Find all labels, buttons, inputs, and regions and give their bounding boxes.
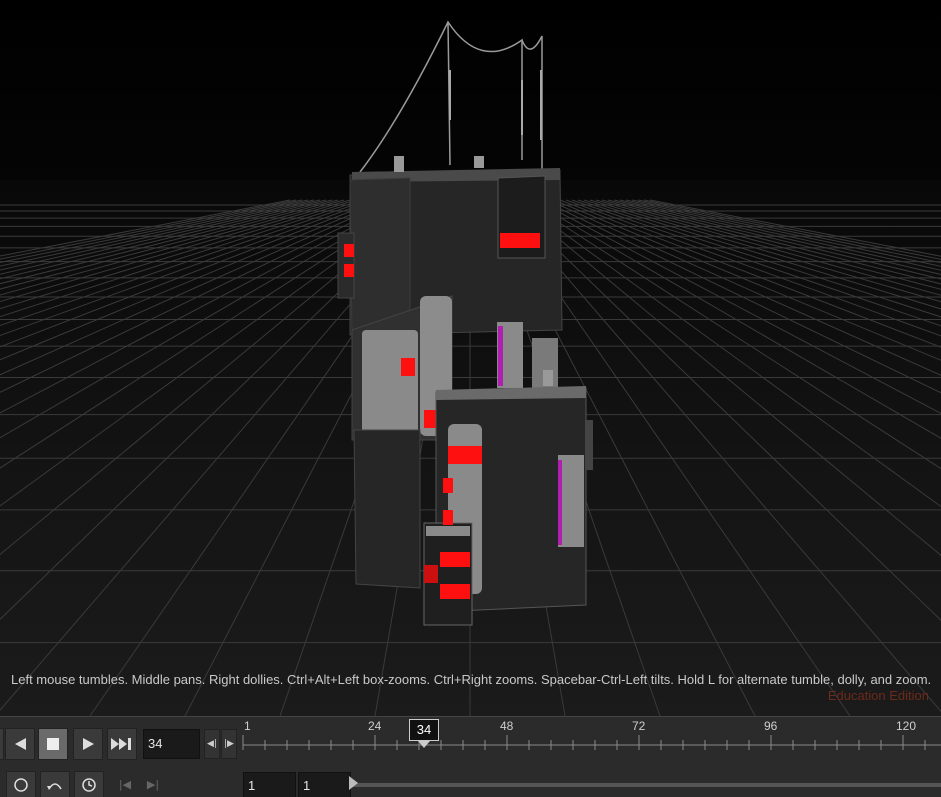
range-slider-handle[interactable] [349, 776, 358, 790]
loop-icon[interactable] [40, 771, 70, 797]
range-start-field[interactable]: 1 [243, 772, 296, 797]
next-key-icon[interactable]: |▶ [221, 729, 237, 759]
range-slider-track[interactable] [352, 783, 941, 787]
playbar: 34 ◀| |▶ 1 24 48 72 96 120 34 |◀ ▶| 1 1 [0, 716, 941, 797]
playhead-pointer[interactable] [418, 741, 430, 749]
current-frame-marker[interactable]: 34 [409, 719, 439, 741]
range-controls: |◀ ▶| 1 1 [0, 769, 941, 797]
jump-to-end-icon[interactable] [107, 728, 137, 760]
tick-label: 120 [896, 719, 917, 733]
navigation-hint: Left mouse tumbles. Middle pans. Right d… [11, 672, 932, 687]
tick-label: 72 [632, 719, 646, 733]
edition-watermark: Education Edition [827, 688, 929, 703]
building-model [337, 20, 593, 626]
play-icon[interactable] [73, 728, 103, 760]
range-end-field[interactable]: 1 [298, 772, 351, 797]
tick-label: 1 [244, 719, 251, 733]
frame-input[interactable]: 34 [143, 729, 200, 759]
range-start-icon[interactable]: |◀ [112, 771, 138, 797]
timeline-ruler[interactable]: 1 24 48 72 96 120 34 [240, 717, 941, 767]
scene-viewport[interactable]: Left mouse tumbles. Middle pans. Right d… [0, 0, 941, 716]
realtime-icon[interactable] [74, 771, 104, 797]
viewport-canvas[interactable] [0, 0, 941, 716]
tick-label: 96 [764, 719, 778, 733]
tick-label: 24 [368, 719, 382, 733]
prev-key-icon[interactable]: ◀| [204, 729, 220, 759]
step-back-icon[interactable] [0, 728, 4, 760]
audio-icon[interactable] [6, 771, 36, 797]
tick-label: 48 [500, 719, 514, 733]
play-reverse-icon[interactable] [5, 728, 35, 760]
stop-icon[interactable] [38, 728, 68, 760]
range-end-icon[interactable]: ▶| [140, 771, 166, 797]
